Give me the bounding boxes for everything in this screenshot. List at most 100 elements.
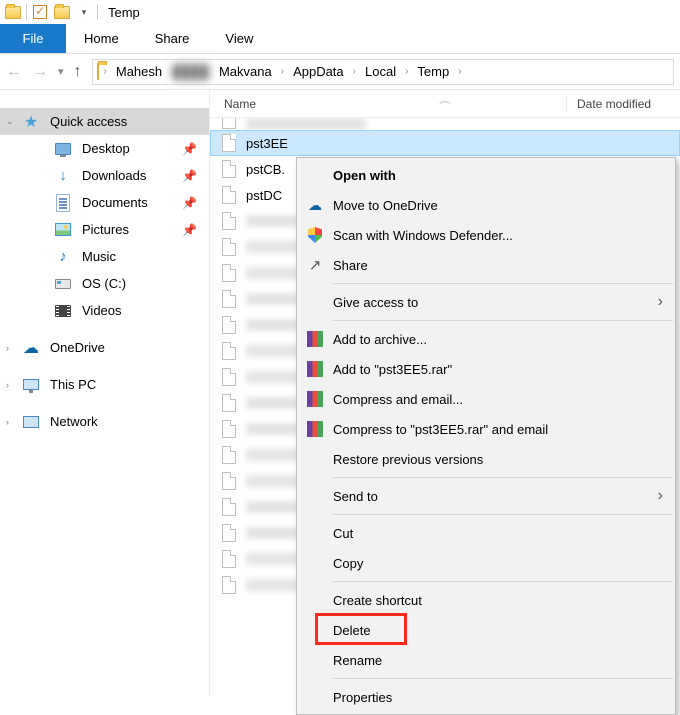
ctx-scan-defender[interactable]: Scan with Windows Defender... [297, 220, 675, 250]
ctx-properties[interactable]: Properties [297, 682, 675, 712]
download-icon: ↓ [54, 167, 72, 185]
music-icon: ♪ [54, 248, 72, 266]
pc-icon [22, 376, 40, 394]
breadcrumb-item[interactable]: Makvana [215, 64, 276, 79]
ctx-add-rar[interactable]: Add to "pst3EE5.rar" [297, 354, 675, 384]
sidebar-item-label: OneDrive [50, 340, 105, 355]
sidebar-quick-access[interactable]: ⌄ ★ Quick access [0, 108, 209, 135]
drive-icon [54, 275, 72, 293]
breadcrumb-item-redacted[interactable]: ████ [168, 64, 213, 79]
chevron-right-icon[interactable]: › [455, 66, 464, 77]
ctx-open-with[interactable]: Open with [297, 160, 675, 190]
pin-icon: 📌 [182, 223, 197, 237]
pin-icon: 📌 [182, 196, 197, 210]
file-icon [220, 237, 238, 257]
winrar-icon [305, 359, 325, 379]
file-icon [220, 118, 238, 130]
file-tab[interactable]: File [0, 24, 66, 53]
sidebar-item-label: Quick access [50, 114, 127, 129]
ribbon: File Home Share View [0, 24, 680, 54]
file-icon [220, 549, 238, 569]
ctx-label: Cut [333, 526, 353, 541]
sidebar-item-music[interactable]: ♪Music [0, 243, 209, 270]
breadcrumb[interactable]: › Mahesh ████ Makvana › AppData › Local … [92, 59, 674, 85]
sidebar-item-label: This PC [50, 377, 96, 392]
cloud-icon: ☁ [22, 339, 40, 357]
sidebar-this-pc[interactable]: › This PC [0, 371, 209, 398]
recent-dropdown[interactable]: ▾ [58, 65, 64, 78]
chevron-right-icon[interactable]: › [6, 380, 9, 390]
separator [333, 477, 673, 478]
file-icon [220, 497, 238, 517]
breadcrumb-item[interactable]: Temp [413, 64, 453, 79]
ctx-copy[interactable]: Copy [297, 548, 675, 578]
ctx-label: Copy [333, 556, 363, 571]
sidebar-item-downloads[interactable]: ↓ Downloads 📌 [0, 162, 209, 189]
ctx-move-onedrive[interactable]: ☁ Move to OneDrive [297, 190, 675, 220]
breadcrumb-item[interactable]: Mahesh [112, 64, 166, 79]
ctx-compress-rar-email[interactable]: Compress to "pst3EE5.rar" and email [297, 414, 675, 444]
qa-dropdown-icon[interactable]: ▾ [75, 3, 93, 21]
pic-icon [54, 221, 72, 239]
onedrive-icon: ☁ [305, 195, 325, 215]
ctx-create-shortcut[interactable]: Create shortcut [297, 585, 675, 615]
sidebar-onedrive[interactable]: › ☁ OneDrive [0, 334, 209, 361]
sidebar-network[interactable]: › Network [0, 408, 209, 435]
file-name [246, 118, 366, 130]
chevron-right-icon[interactable]: › [6, 417, 9, 427]
ctx-restore-previous[interactable]: Restore previous versions [297, 444, 675, 474]
back-button[interactable]: ← [6, 63, 22, 81]
chevron-right-icon[interactable]: › [350, 66, 359, 77]
up-button[interactable]: ↑ [74, 63, 82, 81]
collapse-ribbon-chevron[interactable]: ︿ [210, 95, 680, 105]
file-icon [220, 211, 238, 231]
chevron-right-icon[interactable]: › [6, 343, 9, 353]
chevron-right-icon[interactable]: › [402, 66, 411, 77]
sidebar-item-os-c-[interactable]: OS (C:) [0, 270, 209, 297]
ctx-label: Create shortcut [333, 593, 422, 608]
file-row[interactable] [210, 118, 680, 130]
submenu-arrow-icon: › [658, 487, 663, 505]
ctx-give-access[interactable]: Give access to › [297, 287, 675, 317]
file-icon [220, 341, 238, 361]
sidebar-item-documents[interactable]: Documents📌 [0, 189, 209, 216]
sidebar-item-label: Desktop [82, 141, 130, 156]
file-row[interactable]: pst3EE [210, 130, 680, 156]
breadcrumb-item[interactable]: Local [361, 64, 400, 79]
ctx-rename[interactable]: Rename [297, 645, 675, 675]
sidebar-item-videos[interactable]: Videos [0, 297, 209, 324]
ctx-send-to[interactable]: Send to › [297, 481, 675, 511]
forward-button[interactable]: → [32, 63, 48, 81]
quick-access-check-icon[interactable] [31, 3, 49, 21]
chevron-down-icon[interactable]: ⌄ [6, 116, 14, 127]
ctx-label: Send to [333, 489, 378, 504]
ctx-add-archive[interactable]: Add to archive... [297, 324, 675, 354]
tab-share[interactable]: Share [137, 24, 208, 53]
tab-home[interactable]: Home [66, 24, 137, 53]
file-name: pstDC [246, 188, 282, 203]
pin-icon: 📌 [182, 169, 197, 183]
separator [333, 581, 673, 582]
chevron-right-icon[interactable]: › [278, 66, 287, 77]
file-icon [220, 159, 238, 179]
ctx-label: Scan with Windows Defender... [333, 228, 513, 243]
file-icon [220, 367, 238, 387]
sidebar-item-label: Downloads [82, 168, 146, 183]
file-icon [220, 263, 238, 283]
chevron-right-icon[interactable]: › [101, 66, 110, 77]
file-name: pst3EE [246, 136, 288, 151]
submenu-arrow-icon: › [658, 293, 663, 311]
breadcrumb-item[interactable]: AppData [289, 64, 348, 79]
tab-view[interactable]: View [207, 24, 271, 53]
window-title: Temp [108, 5, 140, 20]
sidebar-item-desktop[interactable]: Desktop📌 [0, 135, 209, 162]
desktop-icon [54, 140, 72, 158]
ctx-delete[interactable]: Delete [297, 615, 675, 645]
ctx-share[interactable]: ↗ Share [297, 250, 675, 280]
ctx-cut[interactable]: Cut [297, 518, 675, 548]
folder-icon [97, 64, 99, 79]
doc-icon [54, 194, 72, 212]
sidebar-item-pictures[interactable]: Pictures 📌 [0, 216, 209, 243]
ctx-compress-email[interactable]: Compress and email... [297, 384, 675, 414]
sidebar-item-label: Pictures [82, 222, 129, 237]
